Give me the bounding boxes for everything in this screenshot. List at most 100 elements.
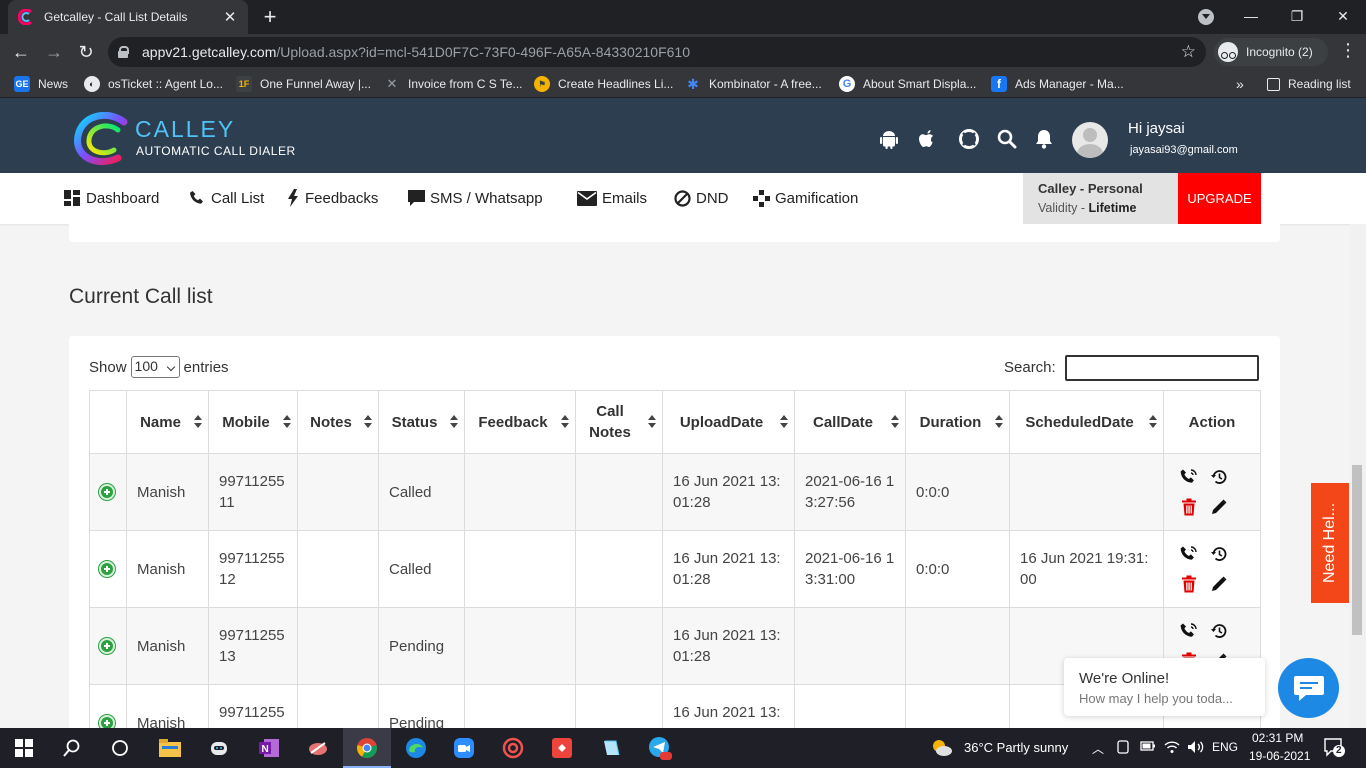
android-icon[interactable] <box>876 126 902 152</box>
new-tab-button[interactable]: + <box>258 4 282 30</box>
live-chat-button[interactable] <box>1278 658 1339 718</box>
expand-row-plus-icon[interactable] <box>99 484 115 500</box>
upgrade-button[interactable]: UPGRADE <box>1178 173 1261 224</box>
bookmark-headlines[interactable]: ⚑ Create Headlines Li... <box>534 75 673 93</box>
edit-pencil-icon[interactable] <box>1208 497 1230 517</box>
browser-tab[interactable]: Getcalley - Call List Details ✕ <box>8 0 248 34</box>
bookmark-label: osTicket :: Agent Lo... <box>108 77 223 91</box>
windows-start-icon[interactable] <box>12 736 36 760</box>
page-scrollbar-thumb[interactable] <box>1352 465 1362 635</box>
tab-close-icon[interactable]: ✕ <box>222 8 238 26</box>
bookmark-invoice[interactable]: ✕ Invoice from C S Te... <box>384 75 523 93</box>
taskbar-search-icon[interactable] <box>60 736 84 760</box>
snipping-tool-icon[interactable] <box>306 736 330 760</box>
browser-menu-icon[interactable]: ⋮ <box>1338 40 1358 61</box>
back-arrow-icon[interactable]: ← <box>9 40 33 64</box>
column-header-call-notes[interactable]: Call Notes <box>575 390 663 454</box>
chat-greeting-bubble[interactable]: We're Online! How may I help you toda... <box>1064 658 1265 716</box>
incognito-badge[interactable]: Incognito (2) <box>1214 38 1328 66</box>
column-header-notes[interactable]: Notes <box>297 390 379 454</box>
forward-arrow-icon[interactable]: → <box>42 40 66 64</box>
expand-row-plus-icon[interactable] <box>99 561 115 577</box>
sticky-app-icon[interactable] <box>599 736 623 760</box>
volume-icon[interactable] <box>1187 740 1205 757</box>
close-window-button[interactable]: ✕ <box>1320 0 1366 32</box>
minimize-button[interactable]: — <box>1228 0 1274 32</box>
weather-icon[interactable] <box>931 738 953 761</box>
cell-duration: 0:0:0 <box>905 530 1010 608</box>
column-header-feedback[interactable]: Feedback <box>464 390 576 454</box>
avatar[interactable] <box>1072 122 1108 158</box>
anydesk-icon[interactable] <box>550 736 574 760</box>
maximize-button[interactable]: ❐ <box>1274 0 1320 32</box>
user-greeting[interactable]: Hi jaysai <box>1128 120 1185 137</box>
clock-date[interactable]: 19-06-2021 <box>1249 749 1310 763</box>
chat-message-icon <box>407 189 425 207</box>
chrome-icon[interactable] <box>355 736 379 760</box>
menu-call-list[interactable]: Call List <box>188 187 264 209</box>
address-bar[interactable]: appv21.getcalley.com/Upload.aspx?id=mcl-… <box>108 37 1206 67</box>
bookmark-star-icon[interactable]: ☆ <box>1181 42 1196 62</box>
menu-dnd[interactable]: DND <box>673 187 729 209</box>
reading-list[interactable]: Reading list <box>1267 75 1351 93</box>
task-view-icon[interactable] <box>108 736 132 760</box>
wifi-icon[interactable] <box>1164 740 1180 757</box>
language-indicator[interactable]: ENG <box>1212 740 1238 754</box>
delete-icon[interactable] <box>1178 574 1200 594</box>
bookmark-news[interactable]: GE News <box>14 75 68 93</box>
menu-dashboard[interactable]: Dashboard <box>63 187 159 209</box>
edge-icon[interactable] <box>404 736 428 760</box>
notification-bell-icon[interactable] <box>1031 126 1057 152</box>
menu-sms-whatsapp[interactable]: SMS / Whatsapp <box>407 187 543 209</box>
search-input[interactable] <box>1065 355 1259 381</box>
expand-row-plus-icon[interactable] <box>99 638 115 654</box>
weather-text[interactable]: 36°C Partly sunny <box>964 740 1068 755</box>
support-lifebuoy-icon[interactable] <box>956 126 982 152</box>
target-app-icon[interactable] <box>501 736 525 760</box>
entries-select[interactable]: 100 <box>130 356 180 378</box>
robot-app-icon[interactable] <box>207 736 231 760</box>
notification-center-icon[interactable] <box>1324 738 1346 761</box>
column-header-name[interactable]: Name <box>126 390 209 454</box>
menu-feedbacks[interactable]: Feedbacks <box>286 187 378 209</box>
edit-pencil-icon[interactable] <box>1208 574 1230 594</box>
tray-device-icon[interactable] <box>1116 740 1130 757</box>
apple-icon[interactable] <box>914 126 940 152</box>
call-icon[interactable] <box>1178 544 1200 564</box>
zoom-icon[interactable] <box>452 736 476 760</box>
tray-chevron-icon[interactable]: ︿ <box>1092 740 1104 757</box>
onenote-icon[interactable]: N <box>257 736 281 760</box>
column-header-call-date[interactable]: CallDate <box>794 390 906 454</box>
menu-label: DND <box>696 189 729 207</box>
sort-icon <box>779 415 789 429</box>
column-header-upload-date[interactable]: UploadDate <box>662 390 795 454</box>
calley-logo-icon[interactable] <box>74 112 130 166</box>
menu-emails[interactable]: Emails <box>576 187 647 209</box>
battery-icon[interactable] <box>1140 740 1156 755</box>
column-header-status[interactable]: Status <box>378 390 465 454</box>
bookmark-ads-manager[interactable]: f Ads Manager - Ma... <box>991 75 1124 93</box>
bookmark-osticket[interactable]: ◐ osTicket :: Agent Lo... <box>84 75 223 93</box>
bookmark-smart-display[interactable]: G About Smart Displa... <box>839 75 976 93</box>
need-help-tab[interactable]: Need Hel... <box>1311 483 1349 603</box>
column-header-mobile[interactable]: Mobile <box>208 390 298 454</box>
bookmark-kombinator[interactable]: ✱ Kombinator - A free... <box>685 75 822 93</box>
telegram-icon[interactable] <box>648 736 672 760</box>
column-header-duration[interactable]: Duration <box>905 390 1010 454</box>
call-history-icon[interactable] <box>1208 621 1230 641</box>
call-icon[interactable] <box>1178 621 1200 641</box>
tab-search-icon[interactable] <box>1198 9 1214 25</box>
bookmarks-overflow-icon[interactable]: » <box>1236 75 1244 93</box>
column-header-scheduled-date[interactable]: ScheduledDate <box>1009 390 1164 454</box>
delete-icon[interactable] <box>1178 497 1200 517</box>
search-icon[interactable] <box>994 126 1020 152</box>
clock-time[interactable]: 02:31 PM <box>1252 731 1303 745</box>
call-icon[interactable] <box>1178 467 1200 487</box>
chat-title: We're Online! <box>1079 670 1170 687</box>
reload-icon[interactable]: ↻ <box>74 40 98 64</box>
call-history-icon[interactable] <box>1208 544 1230 564</box>
menu-gamification[interactable]: Gamification <box>752 187 858 209</box>
file-explorer-icon[interactable] <box>158 736 182 760</box>
call-history-icon[interactable] <box>1208 467 1230 487</box>
bookmark-one-funnel[interactable]: 1F One Funnel Away |... <box>236 75 371 93</box>
